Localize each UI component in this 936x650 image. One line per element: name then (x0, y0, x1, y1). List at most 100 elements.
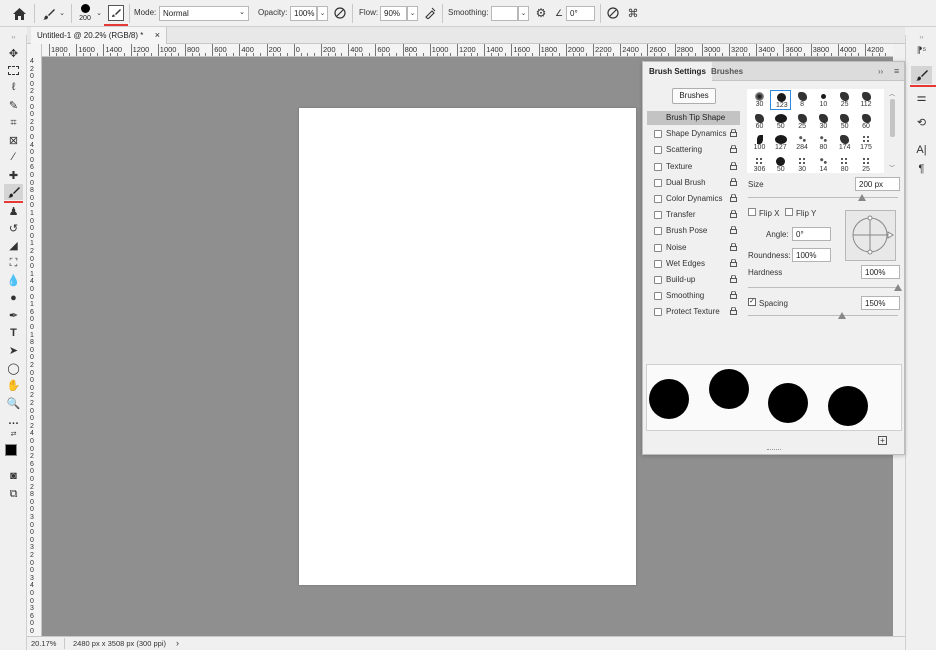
more-tools-icon[interactable]: … (4, 413, 23, 429)
character-panel-icon[interactable]: A| (911, 141, 932, 159)
document-canvas[interactable] (299, 108, 636, 585)
brush-tip-thumbnail[interactable]: 25 (834, 90, 855, 110)
chevron-down-icon[interactable]: ⌄ (58, 8, 66, 18)
tab-brushes[interactable]: Brushes (705, 62, 749, 81)
frame-tool-icon[interactable]: ⊠ (4, 132, 23, 148)
brush-angle-input[interactable]: 0° (566, 6, 595, 21)
adjustments-panel-icon[interactable]: ⚌ (911, 88, 932, 106)
spacing-input[interactable]: 150% (861, 296, 900, 310)
lock-icon[interactable] (730, 193, 737, 204)
size-slider-thumb[interactable] (858, 194, 866, 201)
brush-tip-thumbnail[interactable]: 8 (792, 90, 813, 110)
zoom-level[interactable]: 20.17% (31, 639, 56, 648)
panel-collapse-icon[interactable]: ›› (878, 67, 883, 76)
brush-option-row[interactable]: Transfer (647, 208, 740, 222)
blur-tool-icon[interactable]: 💧 (4, 272, 23, 288)
history-brush-tool-icon[interactable]: ↺ (4, 220, 23, 236)
crop-tool-icon[interactable]: ⌗ (4, 115, 23, 131)
foreground-color-swatch[interactable] (5, 444, 17, 456)
brush-option-row[interactable]: Scattering (647, 143, 740, 157)
brush-tip-thumbnail[interactable]: 112 (856, 90, 877, 110)
brush-tip-thumbnail[interactable]: 30 (749, 90, 770, 110)
gear-icon[interactable]: ⚙ (534, 6, 548, 20)
brush-tool-icon[interactable] (4, 184, 23, 200)
pressure-opacity-icon[interactable] (333, 6, 347, 20)
airbrush-icon[interactable] (423, 6, 437, 20)
brush-tip-thumbnail[interactable]: 175 (856, 133, 877, 153)
eyedropper-tool-icon[interactable]: ⁄ (4, 149, 23, 165)
type-tool-icon[interactable]: T (4, 325, 23, 341)
close-icon[interactable]: × (155, 30, 160, 40)
spacing-checkbox[interactable]: ✓ (748, 298, 756, 306)
brush-tip-thumbnail[interactable]: 306 (749, 155, 770, 174)
brush-tip-thumbnail[interactable]: 123 (770, 90, 792, 110)
angle-roundness-widget[interactable] (845, 210, 896, 261)
swap-colors-icon[interactable]: ⇄ (4, 430, 23, 438)
lock-icon[interactable] (730, 144, 737, 155)
status-menu-arrow-icon[interactable]: › (176, 638, 179, 648)
brush-tip-thumbnail[interactable]: 100 (749, 133, 770, 153)
lock-icon[interactable] (730, 209, 737, 220)
lock-icon[interactable] (730, 161, 737, 172)
brush-tip-thumbnail[interactable]: 284 (792, 133, 813, 153)
lock-icon[interactable] (730, 128, 737, 139)
brush-option-row[interactable]: Noise (647, 241, 740, 255)
quick-selection-tool-icon[interactable]: ✎ (4, 97, 23, 113)
brush-tip-thumbnail[interactable]: 60 (856, 112, 877, 132)
opacity-dropdown[interactable]: ⌄ (317, 6, 328, 21)
flip-y-checkbox[interactable] (785, 208, 793, 216)
zoom-tool-icon[interactable]: 🔍 (4, 395, 23, 411)
home-icon[interactable] (10, 5, 28, 22)
lock-icon[interactable] (730, 258, 737, 269)
brush-size-preview[interactable]: 200 (77, 3, 93, 25)
brush-tool-preset-icon[interactable] (40, 5, 58, 22)
healing-brush-tool-icon[interactable]: ✚ (4, 167, 23, 183)
roundness-input[interactable]: 100% (792, 248, 831, 262)
brush-option-row[interactable]: Brush Pose (647, 224, 740, 238)
brush-tip-thumbnail[interactable]: 50 (770, 155, 791, 174)
brush-option-checkbox[interactable] (654, 259, 662, 268)
brushes-button[interactable]: Brushes (672, 88, 716, 104)
brush-option-checkbox[interactable] (654, 178, 662, 187)
brush-option-row[interactable]: Shape Dynamics (647, 127, 740, 141)
create-new-brush-icon[interactable]: + (878, 436, 887, 445)
layer-comps-panel-icon[interactable]: ⟲ (911, 113, 932, 131)
brush-option-checkbox[interactable] (654, 211, 662, 220)
lock-icon[interactable] (730, 225, 737, 236)
brush-option-checkbox[interactable] (654, 162, 662, 171)
mode-select[interactable]: Normal ⌄ (159, 6, 249, 21)
brush-tip-thumbnail[interactable]: 25 (792, 112, 813, 132)
spacing-slider-thumb[interactable] (838, 312, 846, 319)
scrollbar-thumb[interactable] (890, 99, 895, 137)
brush-tip-thumbnail[interactable]: 80 (813, 133, 834, 153)
spacing-slider-track[interactable] (748, 315, 898, 316)
brush-option-checkbox[interactable] (654, 243, 662, 252)
paragraph-panel-icon[interactable]: ¶ (911, 160, 932, 178)
smoothing-dropdown[interactable]: ⌄ (518, 6, 529, 21)
lock-icon[interactable] (730, 274, 737, 285)
brush-tip-thumbnail[interactable]: 30 (813, 112, 834, 132)
brush-tip-thumbnail[interactable]: 60 (749, 112, 770, 132)
flip-x-checkbox[interactable] (748, 208, 756, 216)
brush-tip-thumbnail[interactable]: 127 (770, 133, 791, 153)
brush-settings-toggle-icon[interactable] (108, 5, 124, 21)
angle-icon[interactable]: ∠ (553, 6, 565, 20)
brush-option-checkbox[interactable] (654, 227, 662, 236)
eraser-tool-icon[interactable]: ◢ (4, 237, 23, 253)
size-slider-track[interactable] (748, 197, 898, 198)
brush-option-checkbox[interactable] (654, 292, 662, 301)
toolbar-collapse-icon[interactable]: ‹‹ (4, 35, 23, 41)
brush-tip-thumbnail[interactable]: 25 (856, 155, 877, 174)
brush-tip-thumbnail[interactable]: 50 (834, 112, 855, 132)
brush-tip-thumbnail[interactable]: 174 (834, 133, 855, 153)
pen-tool-icon[interactable]: ✒ (4, 307, 23, 323)
brush-option-checkbox[interactable] (654, 308, 662, 317)
brush-option-row[interactable]: Protect Texture (647, 305, 740, 319)
chevron-down-icon[interactable]: ﹀ (889, 163, 895, 172)
brush-tip-thumbnail[interactable]: 50 (770, 112, 791, 132)
brush-tip-grid[interactable]: 30 123 8 10 25 112 60 50 25 30 50 60 100 127 284 80 174 1… (747, 89, 884, 173)
hardness-input[interactable]: 100% (861, 265, 900, 279)
chevron-down-icon[interactable]: ⌄ (95, 8, 103, 18)
lock-icon[interactable] (730, 177, 737, 188)
brush-option-row[interactable]: Brush Tip Shape (647, 111, 740, 125)
